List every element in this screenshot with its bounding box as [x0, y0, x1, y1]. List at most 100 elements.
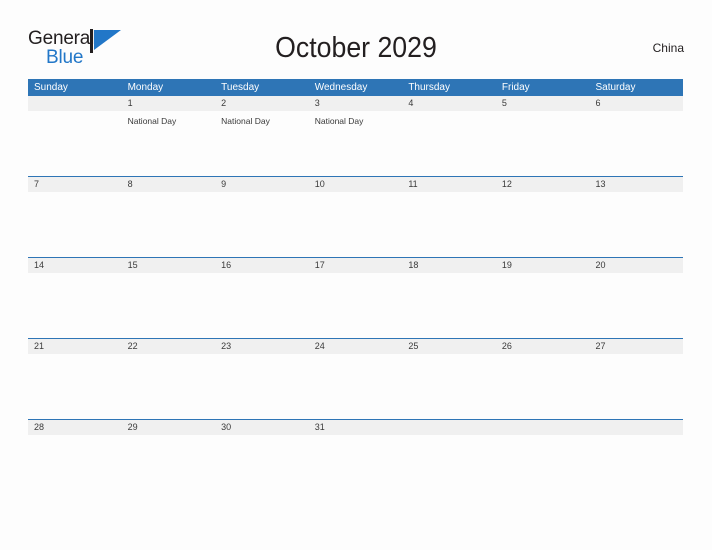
- day-number[interactable]: 20: [589, 258, 683, 273]
- page-header: General Blue October 2029 China: [28, 26, 684, 72]
- day-number[interactable]: 21: [28, 339, 122, 354]
- day-cell: [122, 435, 216, 500]
- day-number[interactable]: 7: [28, 177, 122, 192]
- day-number[interactable]: 3: [309, 96, 403, 111]
- day-cell: [402, 111, 496, 176]
- day-number[interactable]: 19: [496, 258, 590, 273]
- day-number[interactable]: 15: [122, 258, 216, 273]
- week-date-band: 7 8 9 10 11 12 13: [28, 177, 683, 192]
- day-number[interactable]: 16: [215, 258, 309, 273]
- day-cell: [402, 273, 496, 338]
- week-date-band: 28 29 30 31: [28, 420, 683, 435]
- day-cell: [215, 354, 309, 419]
- day-number[interactable]: 30: [215, 420, 309, 435]
- day-cell: [589, 192, 683, 257]
- day-number[interactable]: 23: [215, 339, 309, 354]
- day-number[interactable]: 10: [309, 177, 403, 192]
- week-date-band: 123456: [28, 96, 683, 111]
- day-number[interactable]: 26: [496, 339, 590, 354]
- day-cell: National Day: [309, 111, 403, 176]
- day-cell: [589, 354, 683, 419]
- day-cell: [122, 273, 216, 338]
- day-cell: [28, 354, 122, 419]
- day-cell: [589, 273, 683, 338]
- weekday-monday: Monday: [127, 82, 164, 93]
- day-number: [496, 420, 590, 435]
- day-number[interactable]: 1: [122, 96, 216, 111]
- calendar-page: General Blue October 2029 China Sunday M…: [0, 0, 712, 550]
- weekday-wednesday: Wednesday: [314, 82, 368, 93]
- day-cell: [496, 273, 590, 338]
- day-cell: [28, 273, 122, 338]
- day-cell: [309, 192, 403, 257]
- day-number[interactable]: 5: [496, 96, 590, 111]
- calendar-week-row: 21 22 23 24 25 26 27: [28, 338, 683, 419]
- day-cell: [122, 354, 216, 419]
- holiday-event: National Day: [127, 116, 177, 126]
- day-number[interactable]: 24: [309, 339, 403, 354]
- day-cell: [589, 435, 683, 500]
- country-label: China: [652, 41, 684, 55]
- weekday-sunday: Sunday: [34, 82, 68, 93]
- day-number[interactable]: 9: [215, 177, 309, 192]
- day-cell: [402, 192, 496, 257]
- day-cell: [496, 192, 590, 257]
- holiday-event: National Day: [221, 116, 270, 126]
- day-cell: National Day: [215, 111, 309, 176]
- day-cell: [215, 273, 309, 338]
- day-number: [589, 420, 683, 435]
- day-number[interactable]: 4: [402, 96, 496, 111]
- calendar-grid: Sunday Monday Tuesday Wednesday Thursday…: [28, 79, 683, 500]
- week-event-band: [28, 273, 683, 338]
- calendar-week-row: 14 15 16 17 18 19 20: [28, 257, 683, 338]
- day-cell: [215, 192, 309, 257]
- day-number[interactable]: 6: [589, 96, 683, 111]
- week-event-band: National Day National Day National Day: [28, 111, 683, 176]
- day-number[interactable]: 8: [122, 177, 216, 192]
- page-title: October 2029: [275, 32, 437, 64]
- weekday-tuesday: Tuesday: [221, 82, 260, 93]
- week-event-band: [28, 435, 683, 500]
- week-event-band: [28, 354, 683, 419]
- day-cell: [28, 435, 122, 500]
- day-cell: [309, 273, 403, 338]
- day-cell: [496, 435, 590, 500]
- day-cell: [402, 435, 496, 500]
- day-cell: [496, 354, 590, 419]
- calendar-week-row: 28 29 30 31: [28, 419, 683, 500]
- day-cell: [589, 111, 683, 176]
- calendar-week-row: 7 8 9 10 11 12 13: [28, 176, 683, 257]
- day-number[interactable]: 22: [122, 339, 216, 354]
- day-number[interactable]: 27: [589, 339, 683, 354]
- week-date-band: 14 15 16 17 18 19 20: [28, 258, 683, 273]
- day-number[interactable]: 2: [215, 96, 309, 111]
- week-date-band: 21 22 23 24 25 26 27: [28, 339, 683, 354]
- weekday-thursday: Thursday: [408, 82, 450, 93]
- day-cell: [496, 111, 590, 176]
- day-cell: [215, 435, 309, 500]
- calendar-week-row: 1 2 3 4 5 6 National Day National Day National D…: [28, 96, 683, 176]
- day-cell: [28, 192, 122, 257]
- calendar-weeks: 1 2 3 4 5 6 National Day National Day National D…: [28, 96, 683, 500]
- holiday-event: National Day: [314, 116, 364, 126]
- day-cell: [309, 435, 403, 500]
- day-number[interactable]: 25: [402, 339, 496, 354]
- day-number[interactable]: 17: [309, 258, 403, 273]
- day-number[interactable]: 29: [122, 420, 216, 435]
- weekday-header-row: Sunday Monday Tuesday Wednesday Thursday…: [28, 79, 683, 96]
- day-cell: [402, 354, 496, 419]
- day-cell: [309, 354, 403, 419]
- day-number: [402, 420, 496, 435]
- day-number[interactable]: 31: [309, 420, 403, 435]
- day-cell: [28, 111, 122, 176]
- week-event-band: [28, 192, 683, 257]
- day-number[interactable]: 12: [496, 177, 590, 192]
- day-number[interactable]: 13: [589, 177, 683, 192]
- day-number[interactable]: 14: [28, 258, 122, 273]
- day-number[interactable]: 11: [402, 177, 496, 192]
- day-number[interactable]: 28: [28, 420, 122, 435]
- day-cell: [122, 192, 216, 257]
- weekday-saturday: Saturday: [595, 82, 636, 93]
- day-number[interactable]: 18: [402, 258, 496, 273]
- day-number: [28, 96, 122, 111]
